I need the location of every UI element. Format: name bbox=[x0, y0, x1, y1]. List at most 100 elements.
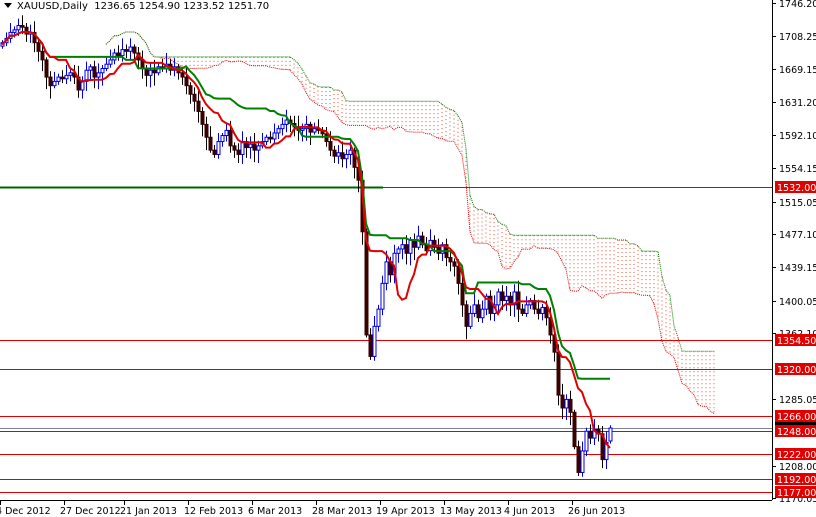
dropdown-triangle-icon[interactable] bbox=[4, 3, 12, 8]
candle-body bbox=[472, 304, 477, 314]
candle bbox=[280, 117, 285, 136]
time-tick-label: 21 Jan 2013 bbox=[120, 506, 177, 517]
candle-body bbox=[536, 308, 541, 314]
candle bbox=[232, 142, 237, 158]
candle bbox=[268, 131, 273, 144]
candle-body bbox=[104, 63, 109, 69]
candle-body bbox=[232, 145, 237, 151]
candle bbox=[104, 57, 109, 72]
candle-body bbox=[312, 128, 317, 133]
chart-title: XAUUSD,Daily 1236.65 1254.90 1233.52 125… bbox=[4, 1, 269, 12]
candle-body bbox=[60, 76, 65, 80]
candle bbox=[584, 427, 589, 457]
time-tick-label: 12 Feb 2013 bbox=[184, 506, 243, 517]
candle bbox=[284, 109, 289, 133]
candle-body bbox=[448, 257, 453, 263]
candle bbox=[520, 303, 525, 317]
candle bbox=[184, 67, 189, 95]
price-tick-label: 1439.15 bbox=[779, 263, 816, 274]
candle bbox=[576, 440, 581, 476]
candle-body bbox=[376, 308, 381, 327]
candle bbox=[308, 121, 313, 145]
candle bbox=[340, 141, 345, 168]
candle bbox=[368, 328, 373, 360]
candle bbox=[420, 231, 425, 249]
level-price-label: 1320.00 bbox=[777, 365, 816, 376]
candle-body bbox=[252, 143, 257, 151]
candle-body bbox=[120, 49, 125, 57]
candle-body bbox=[204, 123, 209, 138]
candle-body bbox=[404, 244, 409, 254]
price-tick-label: 1592.10 bbox=[779, 131, 816, 142]
candle-body bbox=[460, 282, 465, 306]
level-price-label: 1266.00 bbox=[777, 412, 816, 423]
candle bbox=[488, 290, 493, 321]
candle bbox=[400, 238, 405, 260]
candle-body bbox=[124, 49, 129, 52]
candle bbox=[408, 236, 413, 266]
candle bbox=[52, 71, 57, 89]
candle-body bbox=[272, 132, 277, 140]
candle-body bbox=[580, 450, 585, 473]
candle-body bbox=[36, 42, 41, 52]
candle-body bbox=[224, 129, 229, 137]
candle bbox=[8, 22, 13, 43]
candle bbox=[248, 136, 253, 159]
candle bbox=[80, 76, 85, 99]
candle bbox=[176, 64, 181, 80]
candle bbox=[532, 294, 537, 315]
candle bbox=[164, 53, 169, 73]
level-price-label: 1222.00 bbox=[777, 450, 816, 461]
candle-body bbox=[464, 304, 469, 327]
candle bbox=[472, 293, 477, 317]
candle bbox=[336, 144, 341, 164]
ohlc-readout: 1236.65 1254.90 1233.52 1251.70 bbox=[94, 1, 270, 12]
level-price-label: 1192.00 bbox=[777, 475, 816, 486]
candle bbox=[84, 61, 89, 91]
candle bbox=[580, 441, 585, 477]
candle-body bbox=[256, 145, 261, 151]
candle bbox=[124, 44, 129, 59]
candle bbox=[96, 63, 101, 90]
level-price-label: 1532.00 bbox=[777, 183, 816, 194]
level-price-label: 1354.50 bbox=[777, 336, 816, 347]
candle bbox=[260, 132, 265, 149]
candle-body bbox=[556, 351, 561, 396]
candle-body bbox=[192, 93, 197, 102]
candle bbox=[200, 107, 205, 137]
candle-body bbox=[300, 128, 305, 131]
candle-body bbox=[236, 149, 241, 155]
candle bbox=[128, 38, 133, 60]
level-price-label: 1248.00 bbox=[777, 427, 816, 438]
time-tick-label: 4 Dec 2012 bbox=[0, 506, 51, 517]
candle-body bbox=[560, 394, 565, 409]
time-tick-label: 4 Jun 2013 bbox=[504, 506, 555, 517]
candle-body bbox=[372, 325, 377, 357]
candle-body bbox=[328, 141, 333, 151]
candle-body bbox=[144, 67, 149, 76]
candle bbox=[216, 132, 221, 159]
candle-body bbox=[128, 46, 133, 52]
candle-body bbox=[496, 291, 501, 306]
candle bbox=[380, 275, 385, 316]
candle-body bbox=[540, 306, 545, 314]
candle bbox=[212, 144, 217, 158]
candle bbox=[608, 425, 613, 444]
candle bbox=[604, 431, 609, 470]
candle bbox=[416, 225, 421, 250]
candle-body bbox=[396, 248, 401, 254]
candle-body bbox=[228, 129, 233, 147]
candle-body bbox=[584, 430, 589, 452]
candle-body bbox=[240, 141, 245, 155]
price-chart[interactable]: 1746.20 1708.25 1669.15 1631.20 1592.10 1554.… bbox=[0, 0, 816, 517]
candle-body bbox=[40, 50, 45, 61]
candle-body bbox=[368, 334, 373, 357]
candle bbox=[44, 57, 49, 90]
candle bbox=[192, 87, 197, 112]
candle bbox=[48, 71, 53, 99]
candle bbox=[108, 49, 113, 68]
candle bbox=[64, 65, 69, 84]
candle bbox=[56, 73, 61, 85]
candle bbox=[572, 409, 577, 450]
candle bbox=[600, 426, 605, 469]
